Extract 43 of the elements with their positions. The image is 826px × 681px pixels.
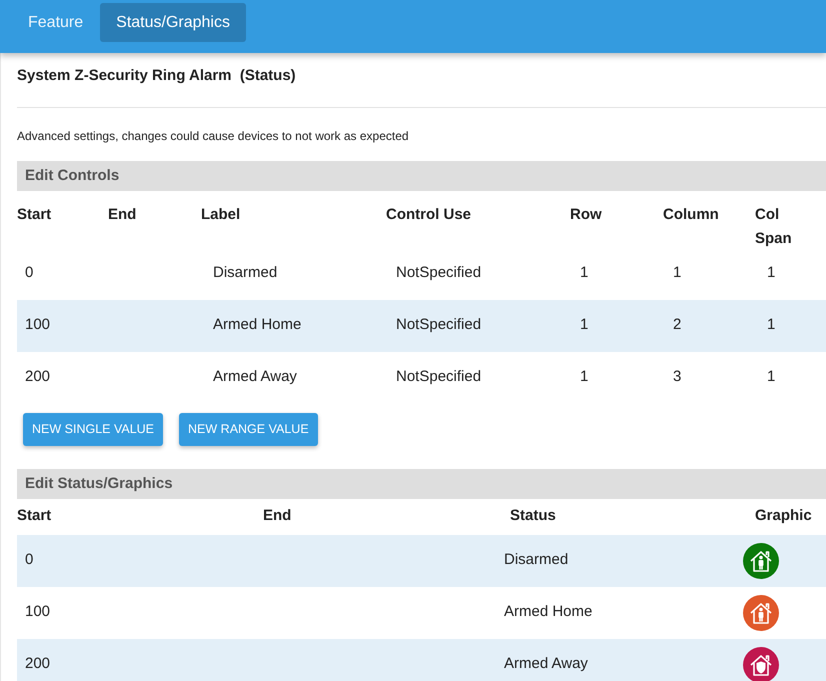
table-cell-text: 2	[672, 315, 682, 336]
column-header: Control Use	[386, 204, 472, 224]
warning-text: Advanced settings, changes could cause devices to not work as expected	[17, 128, 410, 144]
table-cell-text: NotSpecified	[395, 367, 482, 388]
section-header: Edit Status/Graphics	[17, 468, 826, 498]
table-cell-text: 1	[766, 263, 776, 284]
table-cell-text: 1	[766, 315, 776, 336]
table-cell-text: 0	[24, 263, 34, 284]
column-header: Row	[570, 204, 603, 224]
column-header: Start	[17, 506, 52, 526]
table-cell-text: 200	[24, 367, 52, 388]
page-title: System Z-Security Ring Alarm (Status)	[17, 53, 826, 108]
new-value-button[interactable]: NEW SINGLE VALUE	[23, 412, 164, 446]
column-header: Graphic	[754, 506, 813, 526]
table-cell-text: Disarmed	[504, 550, 570, 570]
table-cell-text: 3	[672, 367, 682, 388]
table-cell-text: 100	[24, 315, 52, 336]
table-cell-text: Disarmed	[212, 263, 278, 284]
table-cell-text: 1	[579, 315, 590, 336]
table-cell-text: 100	[24, 602, 52, 622]
tab[interactable]: Status/Graphics	[100, 3, 246, 42]
table-cell-text: NotSpecified	[395, 315, 482, 336]
new-value-button[interactable]: NEW RANGE VALUE	[179, 412, 318, 446]
table-cell-text: 0	[24, 550, 34, 570]
column-header: Status	[509, 506, 557, 526]
table-cell-text: Armed Away	[212, 367, 298, 388]
table-cell-text: Armed Home	[504, 602, 594, 622]
table-cell-text: NotSpecified	[395, 263, 482, 284]
table-cell-text: Armed Away	[504, 654, 589, 674]
table-cell-text: 200	[24, 654, 52, 674]
table-cell-text: 1	[766, 367, 776, 388]
table-cell-text: 1	[672, 263, 682, 284]
table-cell-text: Armed Home	[212, 315, 302, 336]
table-cell-text: 1	[579, 367, 590, 388]
table-cell-text: 1	[579, 263, 590, 284]
column-header: Label	[201, 204, 242, 224]
column-header: Col Span	[755, 204, 793, 248]
column-header: Start	[17, 204, 52, 224]
section-header: Edit Controls	[17, 160, 826, 190]
column-header: Column	[663, 204, 720, 224]
tab[interactable]: Feature	[12, 3, 100, 42]
column-header: End	[263, 506, 292, 526]
column-header: End	[108, 204, 138, 224]
